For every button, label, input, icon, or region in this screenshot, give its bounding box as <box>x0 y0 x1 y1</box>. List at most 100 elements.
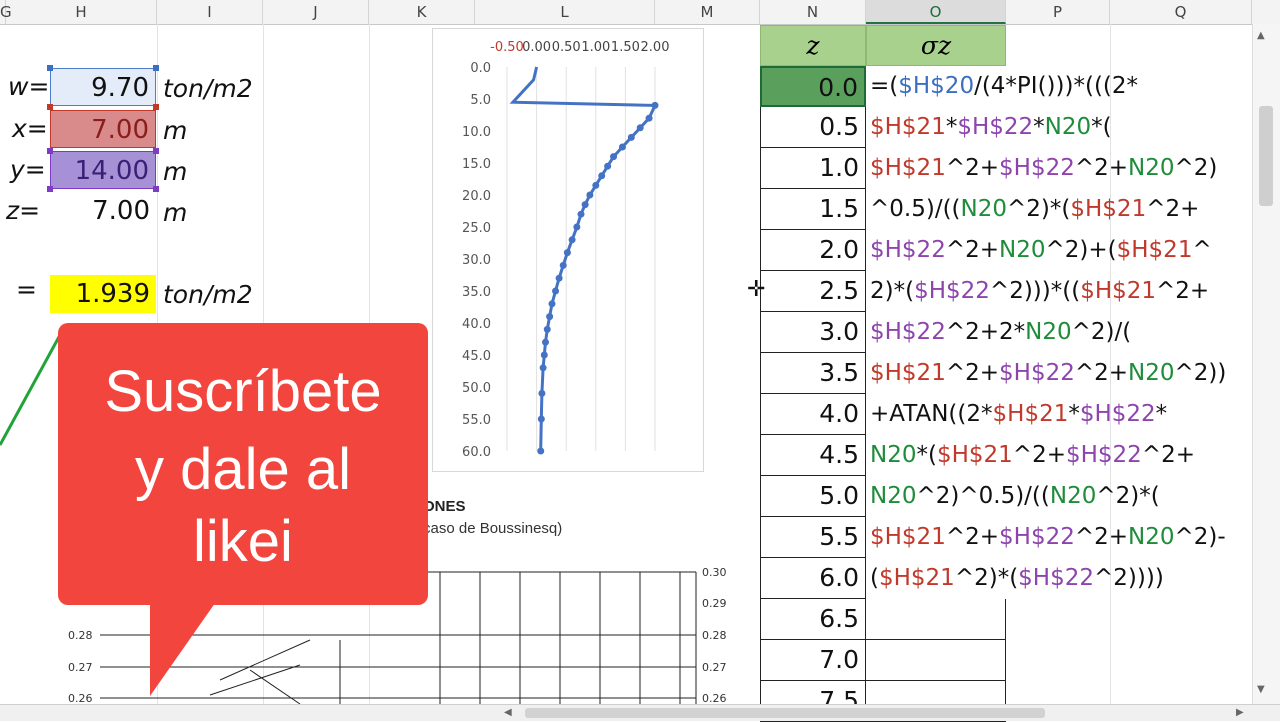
data-point[interactable] <box>539 364 547 372</box>
y-tick-label: 40.0 <box>462 317 491 332</box>
x-tick-label: 2.00 <box>641 40 670 55</box>
column-header-p[interactable]: P <box>1006 0 1110 24</box>
horizontal-scroll-thumb[interactable] <box>525 708 1045 718</box>
selection-handle[interactable] <box>153 148 159 154</box>
scroll-down-icon[interactable]: ▼ <box>1257 684 1265 695</box>
formula-line: $H$21*$H$22*N20*( <box>870 114 1112 140</box>
z-cell[interactable]: 2.0 <box>760 230 866 271</box>
fig-tick-left: 0.27 <box>68 661 93 674</box>
selection-handle[interactable] <box>47 65 53 71</box>
y-tick-label: 20.0 <box>462 189 491 204</box>
series-line[interactable] <box>509 66 658 452</box>
z-cell[interactable]: 6.5 <box>760 599 866 640</box>
selection-handle[interactable] <box>47 186 53 192</box>
param-z-value[interactable]: 7.00 <box>50 192 156 230</box>
sigma-cell[interactable] <box>866 599 1006 640</box>
selection-handle[interactable] <box>47 148 53 154</box>
z-cell[interactable]: 3.5 <box>760 353 866 394</box>
data-point[interactable] <box>546 313 554 321</box>
scroll-left-icon[interactable]: ◀ <box>504 707 512 718</box>
column-header-l[interactable]: L <box>475 0 655 24</box>
y-tick-label: 60.0 <box>462 445 491 460</box>
selection-handle[interactable] <box>153 104 159 110</box>
z-cell[interactable]: 7.0 <box>760 640 866 681</box>
data-point[interactable] <box>552 287 560 295</box>
table-header-sigma[interactable]: σz <box>866 25 1006 66</box>
table-header-z[interactable]: z <box>760 25 866 66</box>
data-point[interactable] <box>645 114 653 122</box>
selection-handle[interactable] <box>47 104 53 110</box>
data-point[interactable] <box>548 300 556 308</box>
data-point[interactable] <box>598 172 606 180</box>
z-cell[interactable]: 2.5 <box>760 271 866 312</box>
data-point[interactable] <box>541 338 549 346</box>
cell-cursor-icon: ✛ <box>747 277 766 302</box>
z-cell[interactable]: 3.0 <box>760 312 866 353</box>
y-tick-label: 35.0 <box>462 285 491 300</box>
data-point[interactable] <box>540 351 548 359</box>
banner-line-2: y dale al <box>134 437 352 502</box>
data-point[interactable] <box>538 389 546 397</box>
column-header-k[interactable]: K <box>369 0 475 24</box>
data-point[interactable] <box>577 210 585 218</box>
vertical-scroll-thumb[interactable] <box>1259 106 1273 206</box>
z-cell[interactable]: 5.5 <box>760 517 866 558</box>
z-cell[interactable]: 1.0 <box>760 148 866 189</box>
selection-handle[interactable] <box>153 65 159 71</box>
data-point[interactable] <box>543 325 551 333</box>
y-tick-label: 15.0 <box>462 157 491 172</box>
data-point[interactable] <box>586 191 594 199</box>
column-header-n[interactable]: N <box>760 0 866 24</box>
sigma-cell[interactable] <box>866 640 1006 681</box>
z-cell[interactable]: 0.0 <box>760 66 866 107</box>
selection-handle[interactable] <box>153 186 159 192</box>
line-chart[interactable]: -0.50 0.00 0.50 1.00 1.50 2.00 0.0 5.0 10.0 15.0 2… <box>432 28 704 472</box>
data-point[interactable] <box>627 133 635 141</box>
banner-line-3: likei <box>193 509 293 574</box>
data-point[interactable] <box>592 181 600 189</box>
data-point[interactable] <box>573 223 581 231</box>
y-tick-label: 5.0 <box>470 93 491 108</box>
data-point[interactable] <box>636 124 644 132</box>
formula-line: $H$21^2+$H$22^2+N20^2) <box>870 155 1218 181</box>
z-cell[interactable]: 0.5 <box>760 107 866 148</box>
formula-line: ^0.5)/((N20^2)*($H$21^2+ <box>870 196 1200 222</box>
horizontal-scrollbar[interactable]: ◀ ▶ <box>0 704 1280 721</box>
param-x-value[interactable]: 7.00 <box>50 110 156 148</box>
z-cell[interactable]: 4.5 <box>760 435 866 476</box>
z-cell[interactable]: 6.0 <box>760 558 866 599</box>
formula-line: =($H$20/(4*PI()))*(((2* <box>870 73 1139 99</box>
formula-line: $H$21^2+$H$22^2+N20^2)) <box>870 360 1227 386</box>
param-w-value[interactable]: 9.70 <box>50 68 156 106</box>
formula-line: N20*($H$21^2+$H$22^2+ <box>870 442 1195 468</box>
formula-line: $H$22^2+N20^2)+($H$21^ <box>870 237 1212 263</box>
z-cell[interactable]: 5.0 <box>760 476 866 517</box>
param-x-unit: m <box>163 116 188 145</box>
formula-line: $H$22^2+2*N20^2)/( <box>870 319 1132 345</box>
column-header-o[interactable]: O <box>866 0 1006 24</box>
column-header-q[interactable]: Q <box>1110 0 1252 24</box>
data-point[interactable] <box>537 447 545 455</box>
data-point[interactable] <box>604 162 612 170</box>
z-cell[interactable]: 1.5 <box>760 189 866 230</box>
column-header-h[interactable]: H <box>6 0 157 24</box>
z-cell[interactable]: 4.0 <box>760 394 866 435</box>
y-tick-label: 30.0 <box>462 253 491 268</box>
data-point[interactable] <box>610 153 618 161</box>
data-point[interactable] <box>563 249 571 257</box>
column-header-m[interactable]: M <box>655 0 760 24</box>
data-point[interactable] <box>581 201 589 209</box>
column-header-j[interactable]: J <box>263 0 369 24</box>
result-value[interactable]: 1.939 <box>50 275 156 313</box>
column-header-i[interactable]: I <box>157 0 263 24</box>
data-point[interactable] <box>559 261 567 269</box>
vertical-scrollbar[interactable]: ▲ ▼ <box>1252 24 1280 704</box>
data-point[interactable] <box>568 236 576 244</box>
scroll-right-icon[interactable]: ▶ <box>1236 707 1244 718</box>
data-point[interactable] <box>537 415 545 423</box>
scroll-up-icon[interactable]: ▲ <box>1257 30 1265 41</box>
data-point[interactable] <box>618 143 626 151</box>
param-y-value[interactable]: 14.00 <box>50 151 156 189</box>
data-point[interactable] <box>555 274 563 282</box>
data-point[interactable] <box>651 101 659 109</box>
